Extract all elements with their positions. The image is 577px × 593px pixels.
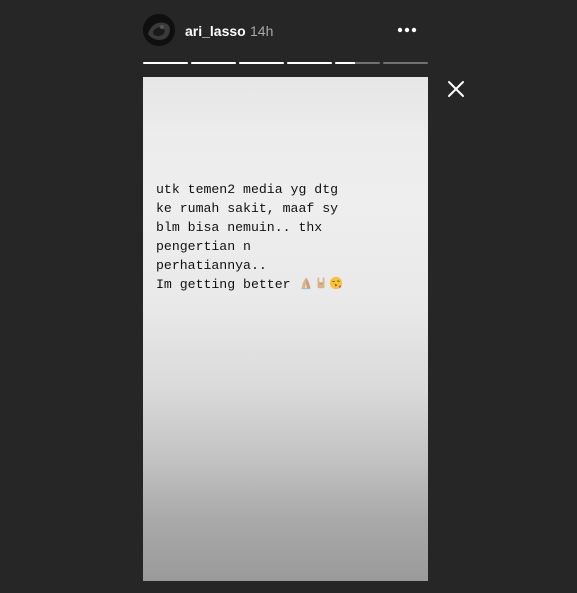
avatar[interactable] (143, 14, 175, 46)
story-text-line: blm bisa nemuin.. thx (156, 220, 323, 235)
story-viewer: ari_lasso 14h utk temen2 media yg dtg ke… (0, 0, 577, 593)
folded-hands-emoji-icon (302, 277, 311, 290)
story-progress-bar (143, 62, 428, 65)
story-header: ari_lasso 14h (143, 14, 428, 48)
progress-segment-fill (287, 62, 332, 64)
close-icon (448, 81, 464, 97)
progress-segment (191, 62, 236, 64)
story-text: utk temen2 media yg dtg ke rumah sakit, … (156, 180, 422, 294)
progress-segment-fill (191, 62, 236, 64)
progress-segment-fill (239, 62, 284, 64)
progress-segment (383, 62, 428, 64)
story-text-line: ke rumah sakit, maaf sy (156, 201, 339, 216)
more-options-button[interactable] (396, 20, 418, 40)
username[interactable]: ari_lasso (185, 23, 246, 39)
progress-segment (143, 62, 188, 64)
progress-segment (335, 62, 380, 64)
avatar-image (143, 14, 175, 46)
sign-of-the-horns-emoji-icon (317, 277, 325, 289)
face-blowing-kiss-emoji-icon (330, 276, 343, 290)
progress-segment-fill (143, 62, 188, 64)
story-text-line: pengertian n (156, 239, 251, 254)
story-content[interactable]: utk temen2 media yg dtg ke rumah sakit, … (143, 77, 428, 581)
progress-segment (239, 62, 284, 64)
story-text-line: Im getting better (156, 277, 291, 292)
story-text-line: perhatiannya.. (156, 258, 267, 273)
story-text-line: utk temen2 media yg dtg (156, 182, 339, 197)
story-timestamp: 14h (250, 23, 274, 39)
progress-segment-fill (335, 62, 356, 64)
more-horizontal-icon (397, 27, 417, 33)
close-button[interactable] (446, 79, 466, 99)
progress-segment (287, 62, 332, 64)
